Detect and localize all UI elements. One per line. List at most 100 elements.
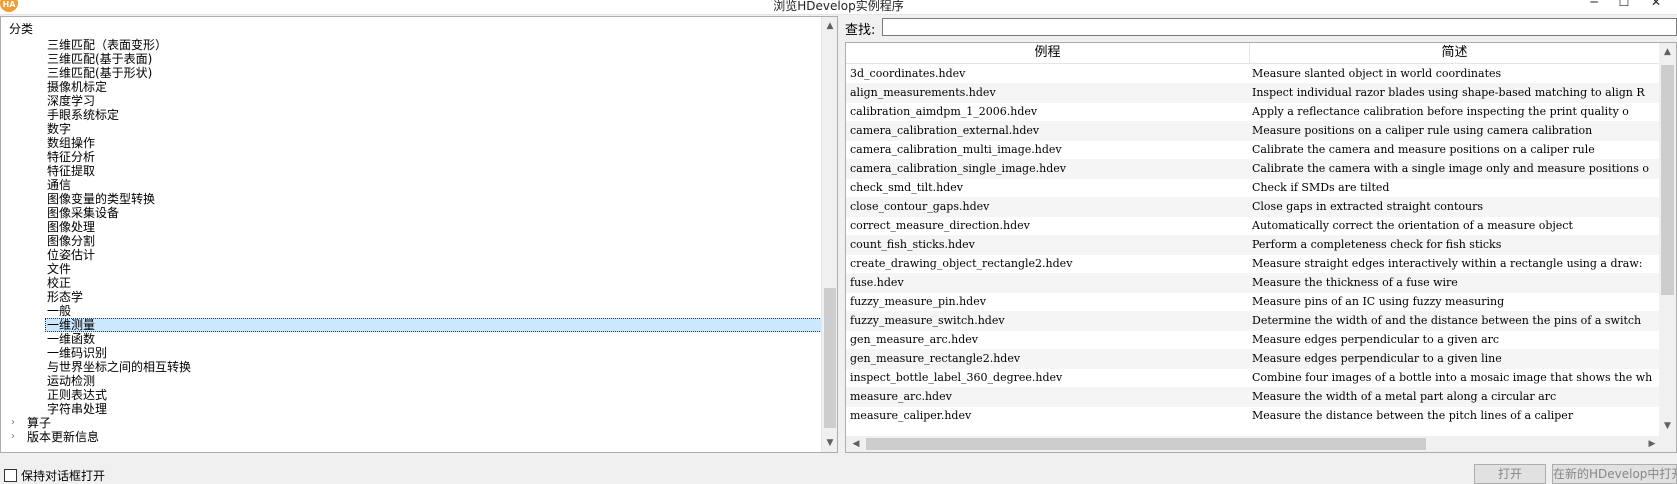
tree-item[interactable]: 位姿估计 (47, 248, 95, 262)
example-name-cell: create_drawing_object_rectangle2.hdev (850, 257, 1073, 270)
tree-item[interactable]: 深度学习 (47, 94, 95, 108)
tree-item[interactable]: 摄像机标定 (47, 80, 107, 94)
tree-item[interactable]: 图像分割 (47, 234, 95, 248)
tree-item[interactable]: 特征提取 (47, 164, 95, 178)
tree-item[interactable]: 文件 (47, 262, 71, 276)
table-vertical-scrollbar[interactable]: ▲ ▼ (1659, 43, 1676, 436)
scroll-down-arrow-icon[interactable]: ▼ (822, 436, 837, 450)
tree-item[interactable]: 与世界坐标之间的相互转换 (47, 360, 191, 374)
tree-root-label[interactable]: 分类 (9, 20, 33, 37)
example-name-cell: calibration_aimdpm_1_2006.hdev (850, 105, 1038, 118)
tree-item[interactable]: 三维匹配（表面变形） (47, 38, 167, 52)
keep-open-checkbox[interactable] (4, 469, 17, 482)
example-description-cell: Determine the width of and the distance … (1252, 314, 1642, 327)
tree-top-item[interactable]: 算子 (27, 416, 51, 430)
scroll-down-arrow-icon[interactable]: ▼ (1659, 419, 1676, 433)
tree-item[interactable]: 数字 (47, 122, 71, 136)
search-input[interactable] (882, 18, 1677, 36)
example-description-cell: Close gaps in extracted straight contour… (1252, 200, 1484, 213)
example-name-cell: close_contour_gaps.hdev (850, 200, 990, 213)
example-description-cell: Measure edges perpendicular to a given a… (1252, 333, 1500, 346)
tree-item[interactable]: 运动检测 (47, 374, 95, 388)
column-header-description[interactable]: 简述 (1250, 43, 1659, 63)
table-row[interactable]: fuzzy_measure_pin.hdev Measure pins of an… (846, 292, 1676, 312)
tree-item[interactable]: 手眼系统标定 (47, 108, 119, 122)
scroll-left-arrow-icon[interactable]: ◀ (848, 437, 864, 451)
keep-open-option[interactable]: 保持对话框打开 (4, 467, 106, 483)
table-row[interactable]: gen_measure_rectangle2.hdev Measure edges… (846, 349, 1676, 369)
example-name-cell: gen_measure_arc.hdev (850, 333, 978, 346)
expand-arrow-icon[interactable]: › (11, 416, 21, 430)
tree-scroll-thumb[interactable] (824, 288, 836, 428)
open-in-new-hdevelop-button[interactable]: 在新的HDevelop中打开 (1552, 464, 1677, 484)
scroll-up-arrow-icon[interactable]: ▲ (822, 19, 837, 33)
table-row[interactable]: calibration_aimdpm_1_2006.hdev Apply a re… (846, 102, 1676, 122)
table-row[interactable]: align_measurements.hdev Inspect individua… (846, 83, 1676, 103)
minimize-button[interactable]: ─ (1580, 0, 1608, 12)
table-row[interactable]: camera_calibration_external.hdev Measure … (846, 121, 1676, 141)
tree-top-item[interactable]: 版本更新信息 (27, 430, 99, 444)
table-horizontal-scrollbar[interactable]: ◀ ▶ (846, 436, 1676, 452)
table-row[interactable]: gen_measure_arc.hdev Measure edges perpen… (846, 330, 1676, 350)
table-row[interactable]: correct_measure_direction.hdev Automatica… (846, 216, 1676, 236)
table-row[interactable]: camera_calibration_multi_image.hdev Calib… (846, 140, 1676, 160)
tree-item[interactable]: 一维测量 (45, 318, 824, 332)
example-name-cell: inspect_bottle_label_360_degree.hdev (850, 371, 1063, 384)
tree-item[interactable]: 三维匹配(基于形状) (47, 66, 152, 80)
tree-item[interactable]: 校正 (47, 276, 71, 290)
tree-item[interactable]: 图像采集设备 (47, 206, 119, 220)
tree-item[interactable]: 三维匹配(基于表面) (47, 52, 152, 66)
scroll-up-arrow-icon[interactable]: ▲ (1659, 45, 1676, 59)
keep-open-label: 保持对话框打开 (21, 469, 106, 483)
example-description-cell: Measure slanted object in world coordina… (1252, 67, 1502, 80)
example-name-cell: fuzzy_measure_pin.hdev (850, 295, 986, 308)
example-name-cell: fuse.hdev (850, 276, 904, 289)
tree-item[interactable]: 正则表达式 (47, 388, 107, 402)
column-header-example[interactable]: 例程 (846, 43, 1249, 63)
table-vscroll-thumb[interactable] (1661, 65, 1674, 295)
example-description-cell: Combine four images of a bottle into a m… (1252, 371, 1653, 384)
table-row[interactable]: inspect_bottle_label_360_degree.hdev Comb… (846, 368, 1676, 388)
example-description-cell: Measure pins of an IC using fuzzy measur… (1252, 295, 1505, 308)
tree-scrollbar[interactable]: ▲ ▼ (821, 17, 837, 452)
table-row[interactable]: close_contour_gaps.hdev Close gaps in ext… (846, 197, 1676, 217)
table-row[interactable]: count_fish_sticks.hdev Perform a complete… (846, 235, 1676, 255)
search-label: 查找: (845, 23, 876, 38)
table-row[interactable]: measure_caliper.hdev Measure the distance… (846, 406, 1676, 426)
close-button[interactable]: ✕ (1642, 0, 1670, 12)
example-name-cell: measure_arc.hdev (850, 390, 952, 403)
table-row[interactable]: check_smd_tilt.hdev Check if SMDs are til… (846, 178, 1676, 198)
maximize-button[interactable]: ☐ (1610, 0, 1638, 12)
table-row[interactable]: camera_calibration_single_image.hdev Cali… (846, 159, 1676, 179)
example-table[interactable]: 例程 简述 3d_coordinates.hdev Measure slanted… (845, 42, 1677, 453)
title-bar: HA 浏览HDevelop实例程序 ─ ☐ ✕ (0, 0, 1677, 15)
table-row[interactable]: 3d_coordinates.hdev Measure slanted objec… (846, 64, 1676, 84)
table-row[interactable]: measure_arc.hdev Measure the width of a m… (846, 387, 1676, 407)
table-hscroll-thumb[interactable] (866, 438, 1426, 450)
example-description-cell: Measure edges perpendicular to a given l… (1252, 352, 1502, 365)
expand-arrow-icon[interactable]: › (11, 430, 21, 444)
example-description-cell: Measure the width of a metal part along … (1252, 390, 1557, 403)
tree-item[interactable]: 图像处理 (47, 220, 95, 234)
example-name-cell: gen_measure_rectangle2.hdev (850, 352, 1021, 365)
tree-item[interactable]: 图像变量的类型转换 (47, 192, 155, 206)
category-tree[interactable]: 分类 三维匹配（表面变形） 三维匹配(基于表面) 三维匹配(基于形状) 摄像机标定 深度… (0, 16, 838, 453)
tree-item[interactable]: 通信 (47, 178, 71, 192)
table-row[interactable]: fuzzy_measure_switch.hdev Determine the w… (846, 311, 1676, 331)
example-description-cell: Measure the distance between the pitch l… (1252, 409, 1574, 422)
tree-item[interactable]: 一维函数 (47, 332, 95, 346)
scroll-right-arrow-icon[interactable]: ▶ (1644, 437, 1660, 451)
tree-item[interactable]: 字符串处理 (47, 402, 107, 416)
example-description-cell: Automatically correct the orientation of… (1252, 219, 1573, 232)
tree-item[interactable]: 一维码识别 (47, 346, 107, 360)
open-button[interactable]: 打开 (1474, 464, 1546, 484)
example-name-cell: camera_calibration_single_image.hdev (850, 162, 1066, 175)
example-description-cell: Calibrate the camera and measure positio… (1252, 143, 1595, 156)
table-row[interactable]: fuse.hdev Measure the thickness of a fuse… (846, 273, 1676, 293)
tree-item[interactable]: 一般 (47, 304, 71, 318)
example-description-cell: Measure the thickness of a fuse wire (1252, 276, 1458, 289)
tree-item[interactable]: 形态学 (47, 290, 83, 304)
table-row[interactable]: create_drawing_object_rectangle2.hdev Mea… (846, 254, 1676, 274)
tree-item[interactable]: 特征分析 (47, 150, 95, 164)
tree-item[interactable]: 数组操作 (47, 136, 95, 150)
